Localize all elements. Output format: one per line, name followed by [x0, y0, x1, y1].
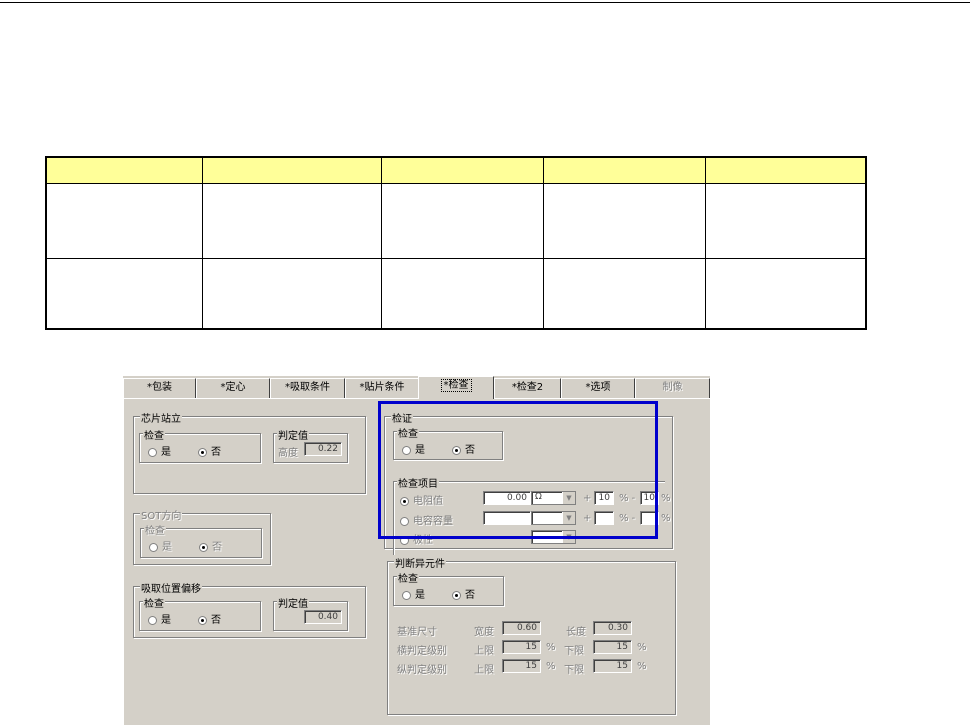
lower-limit-label: 下限: [564, 646, 584, 657]
sot-direction-group: SOT方向 检查 是 否: [133, 507, 271, 565]
percent-label: %: [546, 661, 556, 672]
abnormal-yes-radio[interactable]: 是: [402, 586, 425, 601]
tab-options[interactable]: *选项: [561, 378, 635, 398]
group-title: 吸取位置偏移: [140, 580, 202, 595]
width-label: 宽度: [474, 627, 494, 638]
width-field[interactable]: 0.60: [502, 621, 541, 635]
table-col-divider: [543, 158, 544, 328]
pickup-yes-radio[interactable]: 是: [148, 611, 171, 626]
group-title: 检查: [397, 570, 419, 585]
percent-label: %: [546, 642, 556, 653]
height-field[interactable]: 0.22: [304, 442, 342, 456]
horizontal-lower-field[interactable]: 15: [593, 640, 632, 654]
radio-selected-icon: [199, 543, 208, 552]
std-size-label: 基准尺寸: [397, 627, 437, 638]
table-col-divider: [381, 158, 382, 328]
upper-limit-label: 上限: [474, 665, 494, 676]
highlight-box: [378, 401, 658, 539]
tab-centering[interactable]: *定心: [196, 378, 270, 398]
sot-no-radio[interactable]: 否: [199, 538, 222, 553]
radio-selected-icon: [198, 448, 207, 457]
blank-table: [45, 156, 867, 330]
length-label: 长度: [566, 627, 586, 638]
group-title: 检查: [143, 595, 165, 610]
chip-stand-check-group: 检查 是 否: [139, 427, 261, 463]
group-title: 判定值: [277, 595, 309, 610]
percent-label: %: [661, 513, 671, 524]
group-title: SOT方向: [140, 507, 183, 522]
height-label: 高度: [278, 448, 298, 459]
table-col-divider: [202, 158, 203, 328]
tab-inspection[interactable]: *检查: [418, 376, 494, 399]
top-rule: [0, 2, 970, 3]
group-title: 检查: [143, 427, 165, 442]
percent-label: %: [637, 661, 647, 672]
tab-inspection-2[interactable]: *检查2: [494, 378, 561, 398]
radio-selected-icon: [452, 591, 461, 600]
abnormal-no-radio[interactable]: 否: [452, 586, 475, 601]
radio-icon: [148, 616, 157, 625]
pickup-no-radio[interactable]: 否: [198, 611, 221, 626]
horizontal-upper-field[interactable]: 15: [502, 640, 541, 654]
group-title: 检查: [144, 522, 166, 537]
tab-package[interactable]: *包装: [123, 378, 196, 398]
vertical-lower-field[interactable]: 15: [593, 659, 632, 673]
chip-stand-judge-group: 判定值 高度 0.22: [273, 427, 348, 463]
lower-limit-label: 下限: [564, 665, 584, 676]
radio-icon: [149, 543, 158, 552]
upper-limit-label: 上限: [474, 646, 494, 657]
table-col-divider: [705, 158, 706, 328]
chip-stand-yes-radio[interactable]: 是: [148, 443, 171, 458]
sot-check-group: 检查 是 否: [140, 522, 262, 558]
percent-label: %: [637, 642, 647, 653]
radio-icon: [148, 448, 157, 457]
tab-placement-conditions[interactable]: *贴片条件: [345, 378, 419, 398]
radio-icon: [402, 591, 411, 600]
horizontal-level-label: 横判定级别: [397, 646, 447, 657]
pickup-check-group: 检查 是 否: [139, 595, 261, 631]
radio-selected-icon: [198, 616, 207, 625]
group-title: 芯片站立: [140, 410, 182, 425]
table-header-row: [47, 158, 865, 184]
chip-stand-group: 芯片站立 检查 是 否 判定值 高度 0.22: [133, 410, 366, 494]
group-title: 判定值: [277, 427, 309, 442]
group-title: 判断异元件: [394, 555, 446, 570]
vertical-level-label: 纵判定级别: [397, 665, 447, 676]
pickup-judge-field[interactable]: 0.40: [304, 610, 342, 624]
table-row-divider: [47, 258, 865, 259]
length-field[interactable]: 0.30: [593, 621, 632, 635]
sot-yes-radio[interactable]: 是: [149, 538, 172, 553]
abnormal-check-group: 检查 是 否: [393, 570, 504, 606]
percent-label: %: [661, 493, 671, 504]
pickup-judge-group: 判定值 0.40: [273, 595, 348, 631]
tab-pickup-conditions[interactable]: *吸取条件: [270, 378, 345, 398]
tab-bar: *包装 *定心 *吸取条件 *贴片条件 *检查 *检查2 *选项 制像: [123, 376, 710, 399]
abnormal-component-group: 判断异元件 检查 是 否 基准尺寸 宽度 0.60 长度 0.30 横判定级别 …: [387, 555, 676, 715]
vertical-upper-field[interactable]: 15: [502, 659, 541, 673]
pickup-offset-group: 吸取位置偏移 检查 是 否 判定值 0.40: [133, 580, 366, 638]
tab-image: 制像: [635, 378, 710, 398]
chip-stand-no-radio[interactable]: 否: [198, 443, 221, 458]
